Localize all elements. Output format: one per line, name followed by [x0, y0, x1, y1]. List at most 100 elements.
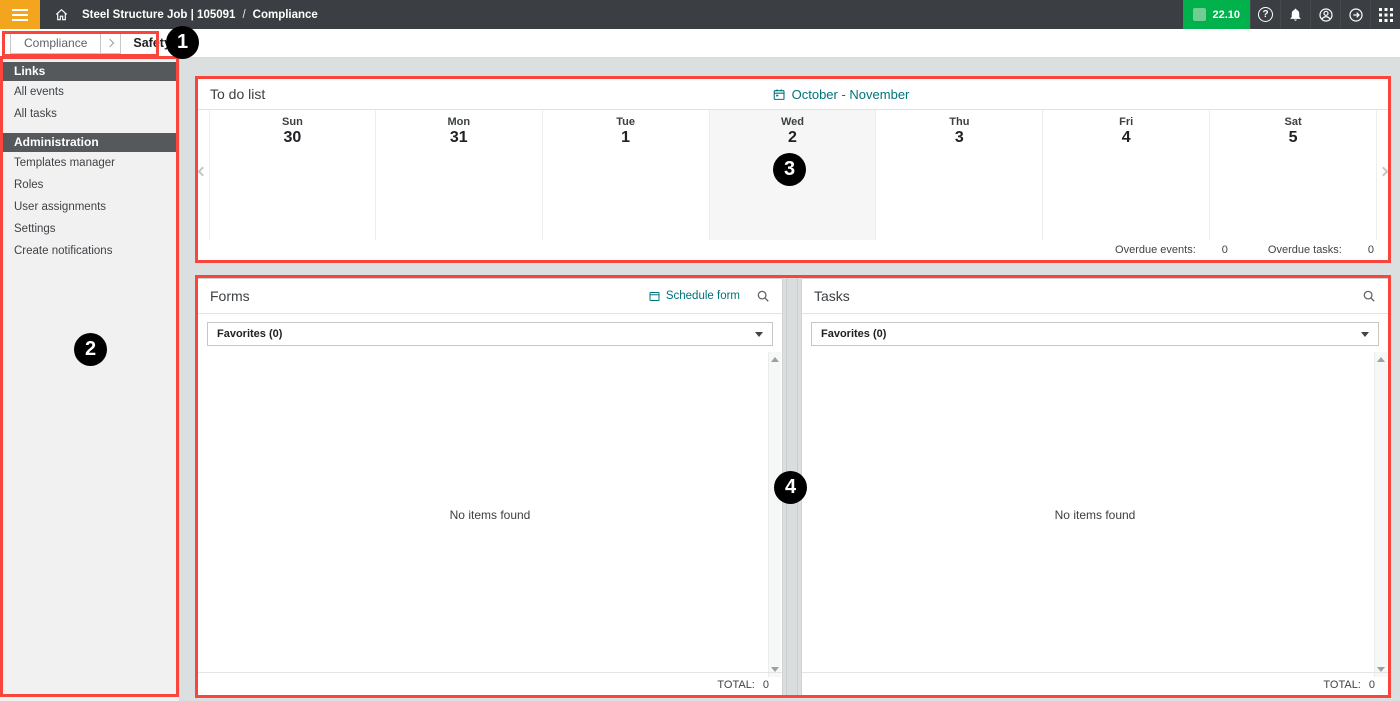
- breadcrumb: Steel Structure Job | 105091 / Complianc…: [82, 9, 318, 21]
- forms-search-button[interactable]: [756, 289, 770, 303]
- forms-empty-message: No items found: [449, 507, 531, 522]
- sidebar-item-settings[interactable]: Settings: [0, 218, 179, 240]
- date-range-selector[interactable]: October - November: [773, 86, 910, 102]
- tasks-list-area: No items found: [802, 352, 1388, 677]
- top-app-bar: Steel Structure Job | 105091 / Complianc…: [0, 0, 1400, 29]
- apps-grid-icon: [1378, 7, 1393, 22]
- version-badge-mark-icon: [1193, 8, 1207, 21]
- sidebar-item-user-assignments[interactable]: User assignments: [0, 196, 179, 218]
- module-chevron-box: [101, 32, 122, 54]
- calendar-day-cell[interactable]: Sun 30: [209, 110, 376, 240]
- date-range-label: October - November: [791, 86, 910, 102]
- forms-total-value: 0: [762, 678, 769, 691]
- calendar-day-cell[interactable]: Tue 1: [543, 110, 710, 240]
- tasks-total-label: TOTAL:: [1323, 678, 1361, 691]
- tasks-header: Tasks: [802, 279, 1388, 314]
- module-breadcrumb-group: Compliance: [10, 32, 122, 54]
- sidebar-item-all-tasks[interactable]: All tasks: [0, 103, 179, 125]
- help-icon: ?: [1258, 7, 1273, 22]
- breadcrumb-page: Compliance: [252, 8, 318, 21]
- overdue-summary: Overdue events: 0 Overdue tasks: 0: [198, 240, 1388, 259]
- apps-grid-button[interactable]: [1370, 0, 1400, 29]
- calendar-grid: Sun 30 Mon 31 Tue 1 Wed 2 Thu 3 Fri 4 Sa…: [209, 110, 1377, 240]
- version-number: 22.10: [1212, 8, 1240, 21]
- todo-list-title: To do list: [210, 86, 266, 102]
- forms-total-label: TOTAL:: [717, 678, 755, 691]
- hamburger-menu-button[interactable]: [0, 0, 40, 29]
- sign-out-button[interactable]: [1340, 0, 1370, 29]
- todo-list-header: To do list October - November: [198, 79, 1388, 109]
- calendar-day-cell-today[interactable]: Wed 2: [709, 110, 877, 240]
- help-button[interactable]: ?: [1250, 0, 1280, 29]
- home-icon: [55, 8, 67, 20]
- forms-favorites-label: Favorites (0): [217, 328, 283, 340]
- calendar-day-cell[interactable]: Fri 4: [1043, 110, 1211, 240]
- todo-list-panel: To do list October - November Sun 30 Mon…: [197, 78, 1389, 261]
- sidebar-section-links: Links: [0, 62, 179, 81]
- overdue-events-value: 0: [1221, 243, 1228, 256]
- notifications-button[interactable]: [1280, 0, 1310, 29]
- tasks-panel: Tasks Favorites (0) No items found TOTAL…: [801, 278, 1389, 697]
- chevron-left-icon: [197, 166, 208, 177]
- account-icon: [1318, 7, 1333, 22]
- version-badge[interactable]: 22.10: [1183, 0, 1250, 29]
- forms-footer: TOTAL: 0: [198, 672, 782, 696]
- search-icon: [757, 290, 769, 302]
- tasks-actions: [1362, 289, 1376, 303]
- tasks-favorites-dropdown[interactable]: Favorites (0): [811, 322, 1379, 346]
- sidebar-item-all-events[interactable]: All events: [0, 81, 179, 103]
- tasks-empty-message: No items found: [1054, 507, 1136, 522]
- calendar-prev-button[interactable]: [197, 166, 208, 177]
- forms-title: Forms: [210, 288, 250, 304]
- overdue-events-label: Overdue events:: [1115, 243, 1196, 256]
- submodule-dropdown[interactable]: Safety: [133, 36, 186, 50]
- tasks-title: Tasks: [814, 288, 850, 304]
- calendar-next-button[interactable]: [1378, 166, 1389, 177]
- forms-list-area: No items found: [198, 352, 782, 677]
- tasks-favorites-label: Favorites (0): [821, 328, 887, 340]
- breadcrumb-project[interactable]: Steel Structure Job | 105091: [82, 9, 235, 21]
- forms-scrollbar[interactable]: [768, 352, 781, 677]
- tasks-scrollbar[interactable]: [1374, 352, 1387, 677]
- forms-header: Forms Schedule form: [198, 279, 782, 314]
- calendar-day-cell[interactable]: Thu 3: [876, 110, 1044, 240]
- panel-divider[interactable]: [786, 278, 798, 697]
- sidebar-item-roles[interactable]: Roles: [0, 174, 179, 196]
- tasks-total-value: 0: [1368, 678, 1375, 691]
- chevron-right-icon: [1378, 166, 1389, 177]
- hamburger-icon: [12, 8, 28, 11]
- module-breadcrumb-bar: Compliance Safety: [0, 29, 1400, 58]
- forms-actions: Schedule form: [648, 289, 770, 303]
- scroll-up-icon[interactable]: [771, 357, 779, 362]
- breadcrumb-separator: /: [242, 8, 246, 21]
- topbar-actions: 22.10 ?: [1183, 0, 1400, 29]
- home-button[interactable]: [44, 0, 78, 29]
- schedule-form-button[interactable]: Schedule form: [648, 290, 740, 302]
- caret-down-icon: [1361, 331, 1369, 337]
- calendar-icon: [773, 88, 785, 100]
- forms-panel: Forms Schedule form Favorites (0) No ite…: [197, 278, 783, 697]
- tasks-search-button[interactable]: [1362, 289, 1376, 303]
- calendar-day-cell[interactable]: Mon 31: [376, 110, 543, 240]
- chevron-right-icon: [105, 38, 115, 48]
- caret-down-icon: [755, 331, 763, 337]
- caret-down-icon: [177, 40, 186, 46]
- scroll-up-icon[interactable]: [1377, 357, 1385, 362]
- bell-icon: [1290, 8, 1301, 21]
- overdue-tasks-value: 0: [1367, 243, 1374, 256]
- todo-calendar: Sun 30 Mon 31 Tue 1 Wed 2 Thu 3 Fri 4 Sa…: [197, 109, 1389, 240]
- sidebar-item-templates-manager[interactable]: Templates manager: [0, 152, 179, 174]
- search-icon: [1363, 290, 1375, 302]
- forms-favorites-dropdown[interactable]: Favorites (0): [207, 322, 773, 346]
- left-sidebar: Links All events All tasks Administratio…: [0, 58, 180, 701]
- submodule-label: Safety: [133, 36, 171, 50]
- calendar-day-cell[interactable]: Sat 5: [1210, 110, 1377, 240]
- account-button[interactable]: [1310, 0, 1340, 29]
- tasks-footer: TOTAL: 0: [802, 672, 1388, 696]
- module-button[interactable]: Compliance: [10, 32, 102, 54]
- overdue-tasks-label: Overdue tasks:: [1267, 243, 1342, 256]
- calendar-icon: [649, 292, 660, 301]
- sidebar-item-create-notifications[interactable]: Create notifications: [0, 240, 179, 262]
- schedule-form-label: Schedule form: [665, 290, 740, 302]
- sign-out-icon: [1348, 7, 1363, 22]
